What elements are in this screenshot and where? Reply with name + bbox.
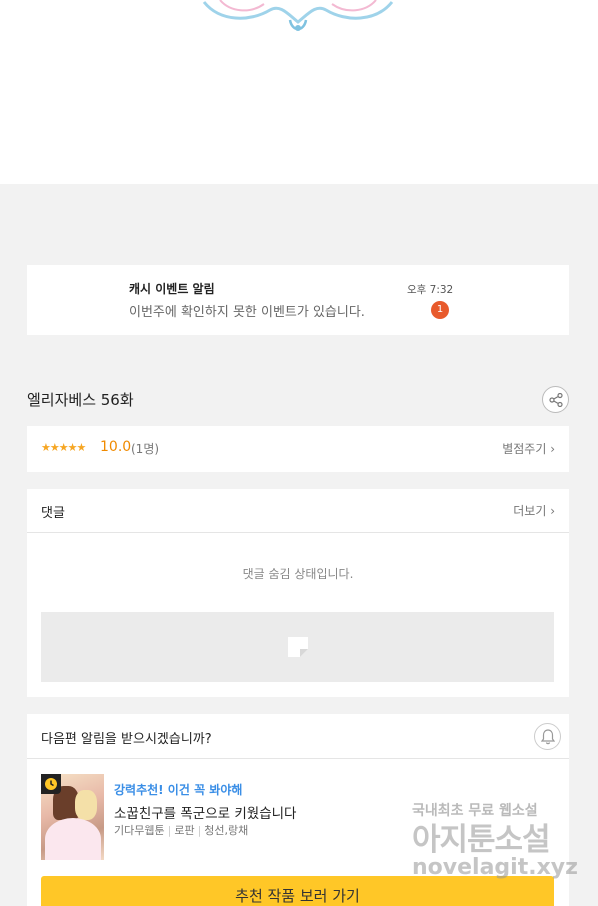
- notification-badge: 1: [431, 301, 449, 319]
- rating-count: (1명): [131, 442, 160, 456]
- cash-event-notification[interactable]: 캐시 이벤트 알림 이번주에 확인하지 못한 이벤트가 있습니다. 오후 7:3…: [27, 265, 569, 335]
- decorative-ornament: [202, 0, 394, 31]
- image-placeholder-icon: [288, 637, 308, 657]
- comments-hidden-message: 댓글 숨김 상태입니다.: [242, 567, 354, 581]
- share-button[interactable]: [542, 386, 569, 413]
- next-episode-card: 다음편 알림을 받으시겠습니까? 강력추천! 이건 꼭 봐야해 소꿉친구를 폭군…: [27, 714, 569, 906]
- genre-label: 기다무웹툰: [114, 824, 165, 837]
- rating-stars: ★★★★★: [41, 441, 86, 454]
- share-icon: [549, 393, 563, 407]
- notification-message: 이번주에 확인하지 못한 이벤트가 있습니다.: [129, 305, 365, 320]
- recommendation-thumbnail[interactable]: [41, 774, 104, 860]
- comments-title: 댓글: [41, 506, 65, 521]
- divider: |: [167, 824, 172, 837]
- clock-icon: [45, 778, 57, 790]
- view-recommendations-button[interactable]: 추천 작품 보러 가기: [41, 876, 554, 906]
- comments-header: 댓글 더보기 ›: [27, 489, 569, 533]
- thumbnail-figure: [75, 790, 97, 820]
- thumbnail-figure: [45, 818, 101, 860]
- rating-score: 10.0: [100, 439, 132, 455]
- rating-card: ★★★★★ 10.0 (1명) 별점주기 ›: [27, 426, 569, 472]
- alarm-button[interactable]: [534, 723, 561, 750]
- divider: |: [197, 824, 202, 837]
- recommendation-title[interactable]: 소꿉친구를 폭군으로 키웠습니다: [114, 802, 296, 822]
- comments-more-link[interactable]: 더보기 ›: [513, 502, 555, 519]
- comments-card: 댓글 더보기 › 댓글 숨김 상태입니다.: [27, 489, 569, 697]
- rate-button[interactable]: 별점주기 ›: [502, 440, 555, 457]
- genre-label: 청선,랑채: [204, 824, 249, 837]
- ad-placeholder[interactable]: [41, 612, 554, 682]
- wait-free-badge: [41, 774, 61, 794]
- next-episode-header: 다음편 알림을 받으시겠습니까?: [27, 714, 569, 759]
- comic-end-area: [0, 0, 598, 184]
- episode-title: 엘리자베스 56화: [27, 391, 134, 409]
- notification-title: 캐시 이벤트 알림: [129, 282, 215, 296]
- genre-label: 로판: [174, 824, 195, 837]
- next-episode-question: 다음편 알림을 받으시겠습니까?: [41, 732, 212, 747]
- notification-time: 오후 7:32: [407, 284, 454, 296]
- bell-icon: [541, 729, 555, 745]
- recommendation-genres: 기다무웹툰 | 로판 | 청선,랑채: [114, 822, 248, 838]
- recommendation-tag: 강력추천! 이건 꼭 봐야해: [114, 783, 243, 797]
